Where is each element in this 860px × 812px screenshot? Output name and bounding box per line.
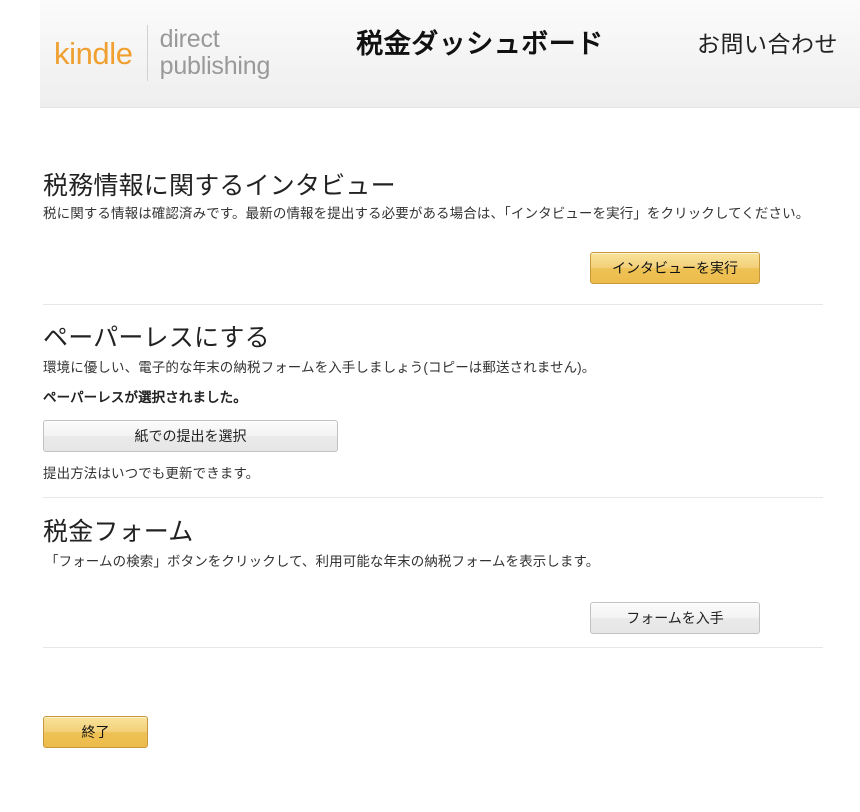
section-divider-3 xyxy=(43,647,823,648)
section-divider-2 xyxy=(43,497,823,498)
paperless-status-text: ペーパーレスが選択されました。 xyxy=(43,390,247,405)
paperless-note: 提出方法はいつでも更新できます。 xyxy=(43,466,260,481)
tax-forms-section-title: 税金フォーム xyxy=(43,518,194,546)
find-forms-button[interactable]: フォームを入手 xyxy=(590,602,760,634)
paperless-description: 環境に優しい、電子的な年末の納税フォームを入手しましょう(コピーは郵送されません… xyxy=(43,360,596,375)
interview-section-title: 税務情報に関するインタビュー xyxy=(43,172,396,200)
section-divider-1 xyxy=(43,304,823,305)
interview-description: 税に関する情報は確認済みです。最新の情報を提出する必要がある場合は、「インタビュ… xyxy=(43,206,810,221)
page-header: kindle direct publishing 税金ダッシュボード お問い合わ… xyxy=(40,0,860,108)
choose-paper-delivery-button[interactable]: 紙での提出を選択 xyxy=(43,420,338,452)
tax-forms-description: 「フォームの検索」ボタンをクリックして、利用可能な年末の納税フォームを表示します… xyxy=(45,554,600,569)
contact-us-link[interactable]: お問い合わせ xyxy=(697,25,838,59)
paperless-section-title: ペーパーレスにする xyxy=(43,324,270,352)
exit-button[interactable]: 終了 xyxy=(43,716,148,748)
take-interview-button[interactable]: インタビューを実行 xyxy=(590,252,760,284)
